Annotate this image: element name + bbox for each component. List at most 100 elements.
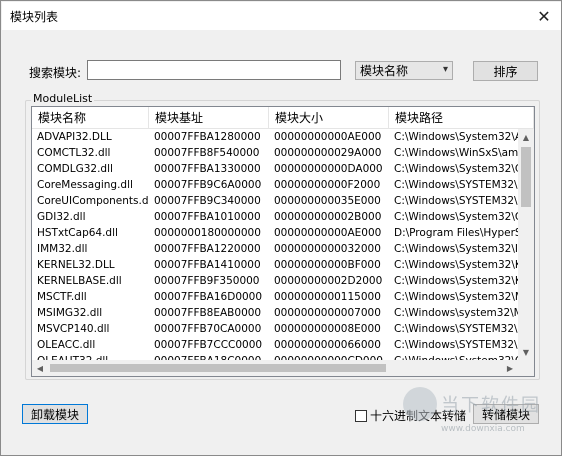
table-row[interactable]: COMCTL32.dll 00007FFB8F540000 000000000029…	[32, 145, 518, 161]
cell-module-base: 00007FFB9C340000	[154, 195, 261, 207]
scroll-down-icon[interactable]: ▼	[518, 344, 534, 360]
vertical-scrollbar[interactable]: ▲ ▼	[518, 129, 534, 360]
title-bar: 模块列表 ✕	[2, 2, 561, 30]
scroll-right-icon[interactable]: ▶	[502, 360, 518, 376]
cell-module-path: C:\Windows\System32\COME	[394, 163, 518, 175]
table-row[interactable]: GDI32.dll 00007FFBA1010000 000000000002B00…	[32, 209, 518, 225]
cell-module-base: 0000000180000000	[154, 227, 261, 239]
cell-module-base: 00007FFBA1010000	[154, 211, 261, 223]
cell-module-size: 000000000035E000	[274, 195, 381, 207]
watermark-text: 当下软件园	[441, 395, 541, 416]
cell-module-path: C:\Windows\system32\MSIM	[394, 307, 518, 319]
cell-module-base: 00007FFBA1410000	[154, 259, 261, 271]
cell-module-path: C:\Windows\System32\IMM3	[394, 243, 518, 255]
scroll-up-icon[interactable]: ▲	[518, 129, 534, 145]
list-header: 模块名称 模块基址 模块大小 模块路径	[32, 107, 534, 129]
sort-button[interactable]: 排序	[473, 61, 538, 81]
table-row[interactable]: HSTxtCap64.dll 0000000180000000 0000000000…	[32, 225, 518, 241]
cell-module-size: 0000000000007000	[274, 307, 381, 319]
list-rows: ADVAPI32.DLL 00007FFBA1280000 00000000000A…	[32, 129, 518, 369]
table-row[interactable]: MSCTF.dll 00007FFBA16D0000 000000000011500…	[32, 289, 518, 305]
cell-module-base: 00007FFB8EAB0000	[154, 307, 262, 319]
cell-module-path: C:\Windows\System32\ADVA	[394, 131, 518, 143]
cell-module-base: 00007FFBA16D0000	[154, 291, 263, 303]
cell-module-size: 0000000000115000	[274, 291, 381, 303]
cell-module-name: MSCTF.dll	[37, 291, 87, 303]
group-label: ModuleList	[31, 92, 95, 105]
table-row[interactable]: ADVAPI32.DLL 00007FFBA1280000 00000000000A…	[32, 129, 518, 145]
cell-module-path: C:\Windows\System32\MSCT	[394, 291, 518, 303]
cell-module-base: 00007FFBA1280000	[154, 131, 261, 143]
cell-module-base: 00007FFB70CA0000	[154, 323, 262, 335]
cell-module-size: 0000000000066000	[274, 339, 381, 351]
cell-module-name: MSIMG32.dll	[37, 307, 103, 319]
search-label: 搜索模块:	[29, 66, 82, 80]
cell-module-name: OLEACC.dll	[37, 339, 96, 351]
watermark-url: www.downxia.com	[441, 424, 525, 434]
table-row[interactable]: COMDLG32.dll 00007FFBA1330000 00000000000D…	[32, 161, 518, 177]
cell-module-path: C:\Windows\System32\GDI3	[394, 211, 518, 223]
cell-module-path: C:\Windows\SYSTEM32\OLEA	[394, 339, 518, 351]
table-row[interactable]: CoreMessaging.dll 00007FFB9C6A0000 0000000…	[32, 177, 518, 193]
cell-module-path: D:\Program Files\HyperSnap	[394, 227, 518, 239]
table-row[interactable]: OLEACC.dll 00007FFB7CCC0000 00000000000660…	[32, 337, 518, 353]
cell-module-base: 00007FFB7CCC0000	[154, 339, 263, 351]
cell-module-name: IMM32.dll	[37, 243, 88, 255]
cell-module-base: 00007FFB9C6A0000	[154, 179, 262, 191]
cell-module-base: 00007FFB9F350000	[154, 275, 260, 287]
cell-module-name: KERNEL32.DLL	[37, 259, 115, 271]
cell-module-size: 000000000008E000	[274, 323, 381, 335]
cell-module-base: 00007FFBA1220000	[154, 243, 261, 255]
cell-module-size: 0000000000032000	[274, 243, 381, 255]
column-header-path[interactable]: 模块路径	[389, 107, 534, 129]
cell-module-size: 00000000000AE000	[274, 131, 382, 143]
column-header-size[interactable]: 模块大小	[269, 107, 389, 129]
table-row[interactable]: IMM32.dll 00007FFBA1220000 000000000003200…	[32, 241, 518, 257]
vertical-scroll-thumb[interactable]	[521, 147, 531, 207]
cell-module-path: C:\Windows\SYSTEM32\MSV(	[394, 323, 518, 335]
window-title: 模块列表	[10, 10, 59, 24]
cell-module-size: 00000000000DA000	[274, 163, 383, 175]
table-row[interactable]: MSIMG32.dll 00007FFB8EAB0000 0000000000007…	[32, 305, 518, 321]
module-list-view[interactable]: 模块名称 模块基址 模块大小 模块路径 ADVAPI32.DLL 00007FFB…	[31, 106, 535, 377]
cell-module-path: C:\Windows\WinSxS\amd64_	[394, 147, 518, 159]
column-header-base[interactable]: 模块基址	[149, 107, 269, 129]
column-header-name[interactable]: 模块名称	[32, 107, 149, 129]
watermark: 当下软件园 www.downxia.com	[403, 387, 553, 447]
cell-module-path: C:\Windows\System32\KERN	[394, 259, 518, 271]
cell-module-base: 00007FFB8F540000	[154, 147, 260, 159]
chevron-down-icon: ▾	[442, 64, 448, 75]
cell-module-name: CoreMessaging.dll	[37, 179, 133, 191]
search-input[interactable]	[87, 60, 341, 80]
cell-module-name: HSTxtCap64.dll	[37, 227, 118, 239]
scroll-left-icon[interactable]: ◀	[32, 360, 48, 376]
cell-module-size: 00000000000F2000	[274, 179, 381, 191]
cell-module-name: KERNELBASE.dll	[37, 275, 122, 287]
cell-module-size: 000000000029A000	[274, 147, 382, 159]
cell-module-base: 00007FFBA1330000	[154, 163, 261, 175]
cell-module-path: C:\Windows\SYSTEM32\Core	[394, 195, 518, 207]
cell-module-name: COMDLG32.dll	[37, 163, 113, 175]
cell-module-name: ADVAPI32.DLL	[37, 131, 112, 143]
cell-module-name: COMCTL32.dll	[37, 147, 111, 159]
search-field-select[interactable]: 模块名称 ▾	[355, 61, 453, 80]
search-field-value: 模块名称	[360, 64, 409, 78]
close-icon[interactable]: ✕	[527, 2, 561, 30]
checkbox-box[interactable]	[355, 409, 367, 422]
scroll-corner	[518, 360, 534, 376]
table-row[interactable]: CoreUIComponents.dll 00007FFB9C340000 0000…	[32, 193, 518, 209]
watermark-logo-icon	[403, 387, 437, 421]
table-row[interactable]: MSVCP140.dll 00007FFB70CA0000 000000000008…	[32, 321, 518, 337]
cell-module-size: 00000000002D2000	[274, 275, 383, 287]
cell-module-name: GDI32.dll	[37, 211, 86, 223]
cell-module-name: MSVCP140.dll	[37, 323, 110, 335]
horizontal-scroll-thumb[interactable]	[50, 364, 386, 372]
table-row[interactable]: KERNEL32.DLL 00007FFBA1410000 00000000000B…	[32, 257, 518, 273]
cell-module-path: C:\Windows\SYSTEM32\Core	[394, 179, 518, 191]
horizontal-scrollbar[interactable]: ◀ ▶	[32, 360, 518, 376]
unload-module-button[interactable]: 卸载模块	[22, 404, 88, 424]
cell-module-name: CoreUIComponents.dll	[37, 195, 149, 207]
table-row[interactable]: KERNELBASE.dll 00007FFB9F350000 0000000000…	[32, 273, 518, 289]
module-list-window: 模块列表 ✕ 搜索模块: 模块名称 ▾ 排序 ModuleList 模块名称 模…	[0, 0, 562, 456]
cell-module-size: 00000000000AE000	[274, 227, 382, 239]
